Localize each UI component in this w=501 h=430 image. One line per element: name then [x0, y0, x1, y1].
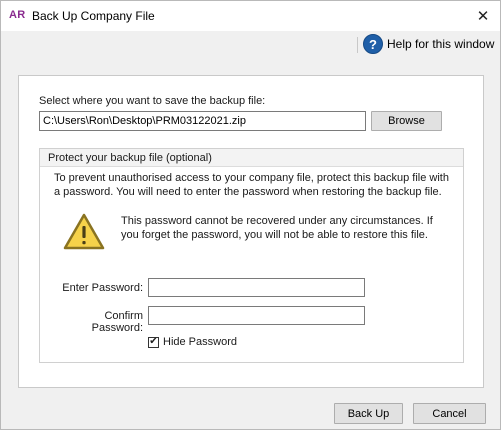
protection-intro-text: To prevent unauthorised access to your c…	[54, 172, 449, 198]
help-toolbar: ? Help for this window	[1, 31, 500, 58]
hide-password-toggle[interactable]: ✔ Hide Password	[148, 335, 237, 349]
confirm-password-label: Confirm Password:	[91, 310, 143, 334]
save-location-label: Select where you want to save the backup…	[39, 95, 266, 107]
warning-text: This password cannot be recovered under …	[121, 215, 433, 241]
checkmark-icon: ✔	[149, 336, 158, 347]
enter-password-label: Enter Password:	[62, 282, 143, 294]
title-bar: AR Back Up Company File ✕	[1, 1, 500, 31]
window-title: Back Up Company File	[32, 9, 155, 23]
close-button[interactable]: ✕	[466, 1, 500, 31]
content-panel: Select where you want to save the backup…	[18, 75, 484, 388]
cancel-button[interactable]: Cancel	[413, 403, 486, 424]
protect-backup-group: Protect your backup file (optional) To p…	[39, 148, 464, 363]
backup-dialog: AR Back Up Company File ✕ ? Help for thi…	[0, 0, 501, 430]
hide-password-label: Hide Password	[163, 336, 237, 348]
app-logo: AR	[9, 9, 26, 21]
help-label: Help for this window	[387, 37, 495, 51]
close-icon: ✕	[476, 8, 490, 25]
enter-password-field[interactable]	[148, 278, 365, 297]
confirm-password-field[interactable]	[148, 306, 365, 325]
browse-button[interactable]: Browse	[371, 111, 442, 131]
warning-icon	[63, 213, 105, 250]
help-link[interactable]: ? Help for this window	[363, 34, 494, 54]
group-title: Protect your backup file (optional)	[40, 149, 463, 167]
help-icon: ?	[363, 34, 383, 54]
back-up-button[interactable]: Back Up	[334, 403, 403, 424]
backup-path-input[interactable]	[39, 111, 366, 131]
hide-password-checkbox[interactable]: ✔	[148, 336, 159, 348]
toolbar-divider	[357, 37, 358, 53]
